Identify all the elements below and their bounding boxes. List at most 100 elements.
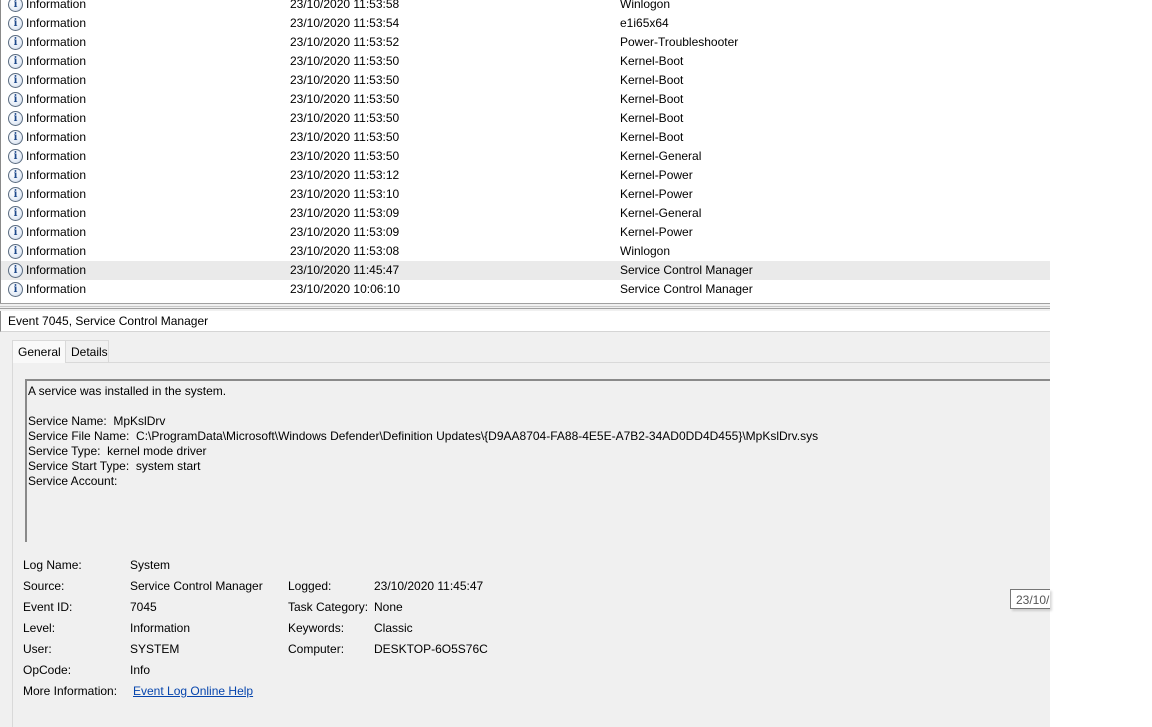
log-name-label: Log Name:	[23, 558, 82, 572]
datetime-cell: 23/10/2020 11:45:47	[290, 263, 400, 277]
info-icon: i	[8, 244, 23, 259]
event-id-value: 7045	[130, 600, 157, 614]
info-icon: i	[8, 0, 23, 12]
table-row[interactable]: i Information 23/10/2020 11:53:52 Power-Tro…	[1, 33, 1050, 52]
info-icon: i	[8, 149, 23, 164]
level-text: Information	[26, 111, 87, 125]
event-list[interactable]: i Information 23/10/2020 11:53:58 Winlogon i…	[0, 0, 1050, 303]
table-row[interactable]: i Information 23/10/2020 11:53:50 Kernel-Bo…	[1, 71, 1050, 90]
info-icon: i	[8, 111, 23, 126]
source-cell: Winlogon	[620, 0, 671, 11]
table-row[interactable]: i Information 23/10/2020 11:53:50 Kernel-Bo…	[1, 128, 1050, 147]
source-value: Service Control Manager	[130, 579, 263, 593]
source-cell: Kernel-General	[620, 206, 702, 220]
event-detail-header: Event 7045, Service Control Manager	[0, 311, 1050, 332]
datetime-cell: 23/10/2020 11:53:50	[290, 149, 400, 163]
tab-details[interactable]: Details	[65, 340, 109, 362]
source-cell: Kernel-Boot	[620, 130, 684, 144]
info-icon: i	[8, 225, 23, 240]
level-text: Information	[26, 244, 87, 258]
description-line-service-file-name: Service File Name: C:\ProgramData\Micros…	[28, 429, 819, 443]
datetime-cell: 23/10/2020 11:53:10	[290, 187, 400, 201]
source-cell: Kernel-Power	[620, 187, 693, 201]
description-line-service-account: Service Account:	[28, 474, 118, 488]
level-text: Information	[26, 263, 87, 277]
datetime-tooltip: 23/10/	[1010, 589, 1050, 609]
table-row[interactable]: i Information 23/10/2020 11:53:50 Kernel-Bo…	[1, 90, 1050, 109]
event-viewer-window: i Information 23/10/2020 11:53:58 Winlogon i…	[0, 0, 1050, 727]
source-cell: Kernel-Boot	[620, 73, 684, 87]
task-category-label: Task Category:	[288, 600, 369, 614]
event-log-online-help-link[interactable]: Event Log Online Help	[133, 681, 253, 702]
level-text: Information	[26, 187, 87, 201]
datetime-cell: 23/10/2020 10:06:10	[290, 282, 401, 296]
table-row[interactable]: i Information 23/10/2020 11:53:50 Kernel-Ge…	[1, 147, 1050, 166]
table-row[interactable]: i Information 23/10/2020 11:53:12 Kernel-Po…	[1, 166, 1050, 185]
level-text: Information	[26, 35, 87, 49]
datetime-cell: 23/10/2020 11:53:09	[290, 206, 400, 220]
table-row[interactable]: i Information 23/10/2020 11:53:50 Kernel-Bo…	[1, 52, 1050, 71]
level-text: Information	[26, 130, 87, 144]
source-cell: Service Control Manager	[620, 282, 753, 296]
event-description[interactable]: A service was installed in the system. S…	[25, 379, 1050, 542]
info-icon: i	[8, 168, 23, 183]
source-cell: Kernel-General	[620, 149, 702, 163]
info-icon: i	[8, 16, 23, 31]
log-name-value: System	[130, 558, 171, 572]
source-label: Source:	[23, 579, 65, 593]
info-icon: i	[8, 282, 23, 297]
description-line-service-name: Service Name: MpKslDrv	[28, 414, 166, 428]
table-row[interactable]: i Information 23/10/2020 11:53:09 Kernel-Po…	[1, 223, 1050, 242]
source-cell: Kernel-Boot	[620, 111, 684, 125]
datetime-cell: 23/10/2020 11:53:08	[290, 244, 400, 258]
level-text: Information	[26, 54, 87, 68]
info-icon: i	[8, 187, 23, 202]
source-cell: Winlogon	[620, 244, 671, 258]
datetime-cell: 23/10/2020 11:53:54	[290, 16, 400, 30]
datetime-cell: 23/10/2020 11:53:50	[290, 54, 400, 68]
level-text: Information	[26, 206, 87, 220]
info-icon: i	[8, 54, 23, 69]
level-text: Information	[26, 73, 87, 87]
level-text: Information	[26, 225, 87, 239]
table-row[interactable]: i Information 23/10/2020 11:53:58 Winlogon	[1, 0, 1050, 14]
info-icon: i	[8, 73, 23, 88]
description-intro: A service was installed in the system.	[28, 384, 227, 398]
source-cell: e1i65x64	[620, 16, 669, 30]
table-row[interactable]: i Information 23/10/2020 11:53:10 Kernel-Po…	[1, 185, 1050, 204]
info-icon: i	[8, 206, 23, 221]
datetime-cell: 23/10/2020 11:53:58	[290, 0, 400, 11]
description-line-service-type: Service Type: kernel mode driver	[28, 444, 207, 458]
source-cell: Kernel-Power	[620, 168, 693, 182]
computer-label: Computer:	[288, 642, 345, 656]
level-value: Information	[130, 621, 191, 635]
table-row[interactable]: i Information 23/10/2020 11:53:08 Winlogon	[1, 242, 1050, 261]
event-rows: i Information 23/10/2020 11:53:58 Winlogon i…	[1, 0, 1050, 299]
level-text: Information	[26, 0, 87, 11]
table-row[interactable]: i Information 23/10/2020 11:53:09 Kernel-Ge…	[1, 204, 1050, 223]
table-row[interactable]: i Information 23/10/2020 11:53:50 Kernel-Bo…	[1, 109, 1050, 128]
datetime-cell: 23/10/2020 11:53:50	[290, 111, 400, 125]
level-text: Information	[26, 16, 87, 30]
table-row[interactable]: i Information 23/10/2020 10:06:10 Service C…	[1, 280, 1050, 299]
tab-general[interactable]: General	[12, 340, 66, 363]
computer-value: DESKTOP-6O5S76C	[374, 642, 488, 656]
opcode-label: OpCode:	[23, 663, 72, 677]
keywords-label: Keywords:	[288, 621, 345, 635]
source-cell: Service Control Manager	[620, 263, 753, 277]
description-line-service-start-type: Service Start Type: system start	[28, 459, 201, 473]
user-value: SYSTEM	[130, 642, 180, 656]
source-cell: Kernel-Boot	[620, 92, 684, 106]
level-label: Level:	[23, 621, 56, 635]
datetime-cell: 23/10/2020 11:53:09	[290, 225, 400, 239]
datetime-cell: 23/10/2020 11:53:50	[290, 73, 400, 87]
table-row[interactable]: i Information 23/10/2020 11:45:47 Service C…	[1, 261, 1050, 280]
table-row[interactable]: i Information 23/10/2020 11:53:54 e1i65x64	[1, 14, 1050, 33]
opcode-value: Info	[130, 663, 151, 677]
level-text: Information	[26, 149, 87, 163]
info-icon: i	[8, 130, 23, 145]
level-text: Information	[26, 168, 87, 182]
pane-splitter[interactable]	[0, 303, 1050, 309]
logged-value: 23/10/2020 11:45:47	[374, 579, 484, 593]
source-cell: Power-Troubleshooter	[620, 35, 739, 49]
